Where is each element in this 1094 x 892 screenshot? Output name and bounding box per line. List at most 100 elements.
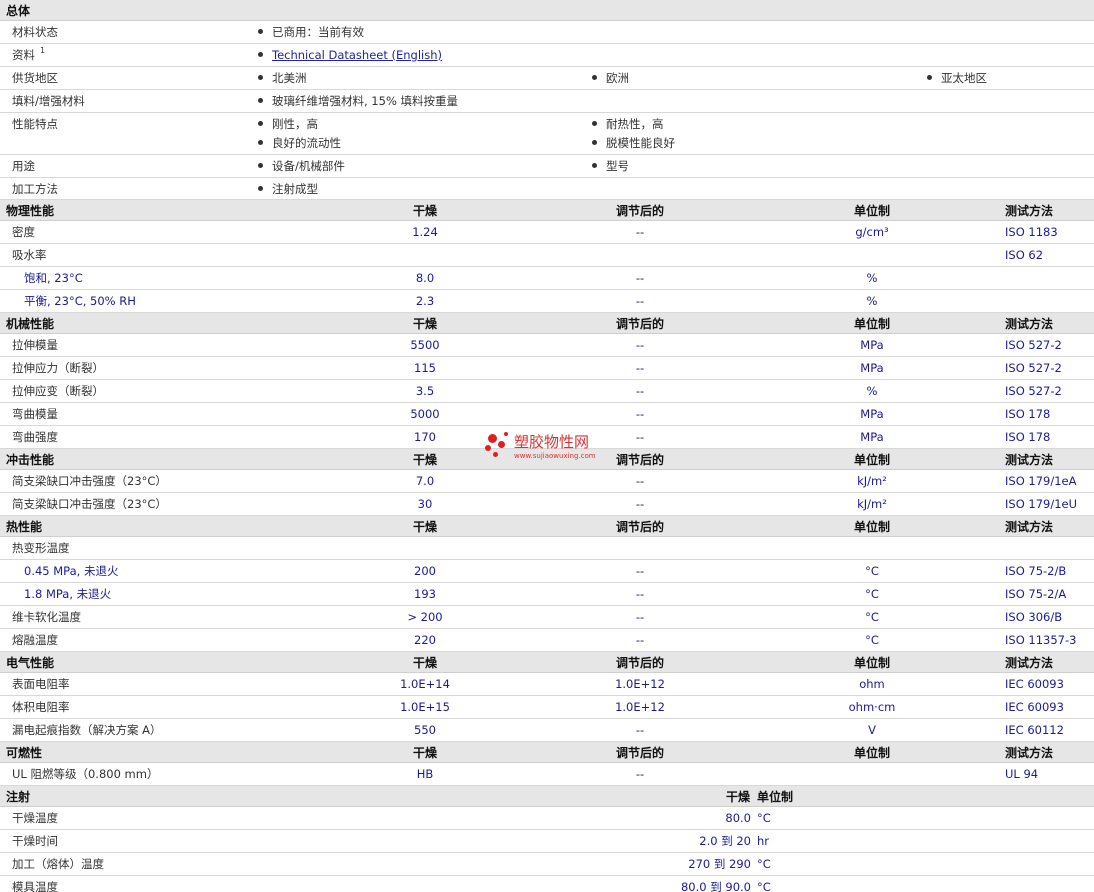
col-header-unit: 单位制 xyxy=(757,790,794,804)
value-dry: 115 xyxy=(414,361,436,375)
col-header-method: 测试方法 xyxy=(1005,204,1054,218)
col-header-unit: 单位制 xyxy=(853,317,890,331)
value-dry: 1.0E+15 xyxy=(400,700,450,714)
property-name: 表面电阻率 xyxy=(12,677,70,691)
row-label: 填料/增强材料 xyxy=(12,94,85,108)
value-dry: 550 xyxy=(414,723,436,737)
bullet-icon xyxy=(592,140,597,145)
value-unit: °C xyxy=(865,610,879,624)
property-row: 弯曲模量 5000 -- MPa ISO 178 xyxy=(0,403,1094,426)
bullet-icon xyxy=(592,75,597,80)
col-header-dry: 干燥 xyxy=(725,790,750,804)
value-dry: 1.24 xyxy=(412,225,438,239)
region-value: 北美洲 xyxy=(272,71,307,85)
section-title: 机械性能 xyxy=(6,317,55,331)
value-dry: 220 xyxy=(414,633,436,647)
value-unit: °C xyxy=(757,811,771,825)
property-row: 平衡, 23°C, 50% RH 2.3 --% xyxy=(0,290,1094,313)
section-title: 电气性能 xyxy=(6,656,55,670)
value-dry: 270 到 290 xyxy=(688,857,751,871)
property-name: 平衡, 23°C, 50% RH xyxy=(24,294,136,308)
general-row-docs: 资料 Technical Datasheet (English) 1 xyxy=(0,44,1094,67)
value-unit: °C xyxy=(865,587,879,601)
value-conditioned: 1.0E+12 xyxy=(615,677,665,691)
test-method: ISO 11357-3 xyxy=(1005,633,1077,647)
col-header-dry: 干燥 xyxy=(412,746,437,760)
injection-row: 模具温度 80.0 到 90.0 °C xyxy=(0,876,1094,892)
col-header-unit: 单位制 xyxy=(853,520,890,534)
test-method: ISO 306/B xyxy=(1005,610,1063,624)
property-name: 漏电起痕指数（解决方案 A） xyxy=(12,723,162,737)
bullet-icon xyxy=(258,52,263,57)
section-title: 注射 xyxy=(6,790,31,804)
property-name: 拉伸应力（断裂） xyxy=(12,361,104,375)
general-row-processing: 加工方法 注射成型 xyxy=(0,178,1094,200)
value-dry: 80.0 xyxy=(725,811,751,825)
value-unit: °C xyxy=(865,564,879,578)
use-value: 型号 xyxy=(606,159,629,173)
watermark-url: www.sujiaowuxing.com xyxy=(514,452,596,460)
property-row: 体积电阻率 1.0E+15 1.0E+12 ohm·cm IEC 60093 xyxy=(0,696,1094,719)
row-label: 材料状态 xyxy=(12,25,58,39)
test-method: ISO 1183 xyxy=(1005,225,1058,239)
property-name: 熔融温度 xyxy=(12,633,58,647)
value-dry: 200 xyxy=(414,564,436,578)
test-method: ISO 178 xyxy=(1005,407,1051,421)
region-value: 亚太地区 xyxy=(941,71,987,85)
test-method: IEC 60093 xyxy=(1005,677,1064,691)
test-method: ISO 527-2 xyxy=(1005,338,1062,352)
value-unit: V xyxy=(868,723,876,737)
value-dry: 170 xyxy=(414,430,436,444)
value-unit: MPa xyxy=(860,430,884,444)
property-row: 维卡软化温度 > 200 -- °C ISO 306/B xyxy=(0,606,1094,629)
watermark-logo: 塑胶物性网 www.sujiaowuxing.com xyxy=(484,428,614,468)
value-conditioned: -- xyxy=(635,723,645,737)
property-row: 热变形温度 xyxy=(0,537,1094,560)
test-method: ISO 527-2 xyxy=(1005,361,1062,375)
value-conditioned: -- xyxy=(635,384,645,398)
general-row-filler: 填料/增强材料 玻璃纤维增强材料, 15% 填料按重量 xyxy=(0,90,1094,113)
section-title: 可燃性 xyxy=(6,746,43,760)
property-row: 表面电阻率 1.0E+14 1.0E+12 ohm IEC 60093 xyxy=(0,673,1094,696)
feature-value: 良好的流动性 xyxy=(272,136,341,150)
col-header-method: 测试方法 xyxy=(1005,656,1054,670)
value-unit: kJ/m² xyxy=(857,474,887,488)
value-conditioned: -- xyxy=(635,338,645,352)
section-header-flammability: 可燃性 干燥 调节后的 单位制 测试方法 xyxy=(0,742,1094,763)
value-unit: kJ/m² xyxy=(857,497,887,511)
value-dry: > 200 xyxy=(407,610,443,624)
value-unit: MPa xyxy=(860,338,884,352)
col-header-unit: 单位制 xyxy=(853,656,890,670)
property-name: 1.8 MPa, 未退火 xyxy=(24,587,112,601)
col-header-dry: 干燥 xyxy=(412,453,437,467)
value-dry: 193 xyxy=(414,587,436,601)
value-dry: 3.5 xyxy=(415,384,435,398)
value-unit: g/cm³ xyxy=(855,225,889,239)
value-unit: hr xyxy=(757,834,770,848)
property-name: UL 阻燃等级（0.800 mm） xyxy=(12,767,159,781)
value-unit: °C xyxy=(865,633,879,647)
value-conditioned: -- xyxy=(635,587,645,601)
test-method: ISO 178 xyxy=(1005,430,1051,444)
property-name: 弯曲强度 xyxy=(12,430,58,444)
value-dry: 8.0 xyxy=(415,271,435,285)
col-header-conditioned: 调节后的 xyxy=(615,520,664,534)
property-name: 吸水率 xyxy=(12,248,47,262)
row-label: 供货地区 xyxy=(12,71,58,85)
section-header-injection: 注射 干燥 单位制 xyxy=(0,786,1094,807)
value-unit: MPa xyxy=(860,361,884,375)
value-dry: 80.0 到 90.0 xyxy=(680,880,751,892)
section-header-physical: 物理性能 干燥 调节后的 单位制 测试方法 xyxy=(0,200,1094,221)
value-conditioned: -- xyxy=(635,407,645,421)
value-conditioned: -- xyxy=(635,497,645,511)
datasheet-link[interactable]: Technical Datasheet (English) xyxy=(272,44,442,66)
property-row: 吸水率 ISO 62 xyxy=(0,244,1094,267)
injection-row: 加工（熔体）温度 270 到 290 °C xyxy=(0,853,1094,876)
row-label: 资料 xyxy=(12,48,35,62)
col-header-conditioned: 调节后的 xyxy=(615,317,664,331)
bullet-icon xyxy=(258,98,263,103)
bullet-icon xyxy=(258,75,263,80)
section-header-thermal: 热性能 干燥 调节后的 单位制 测试方法 xyxy=(0,516,1094,537)
value-conditioned: -- xyxy=(635,633,645,647)
value-conditioned: -- xyxy=(635,294,645,308)
